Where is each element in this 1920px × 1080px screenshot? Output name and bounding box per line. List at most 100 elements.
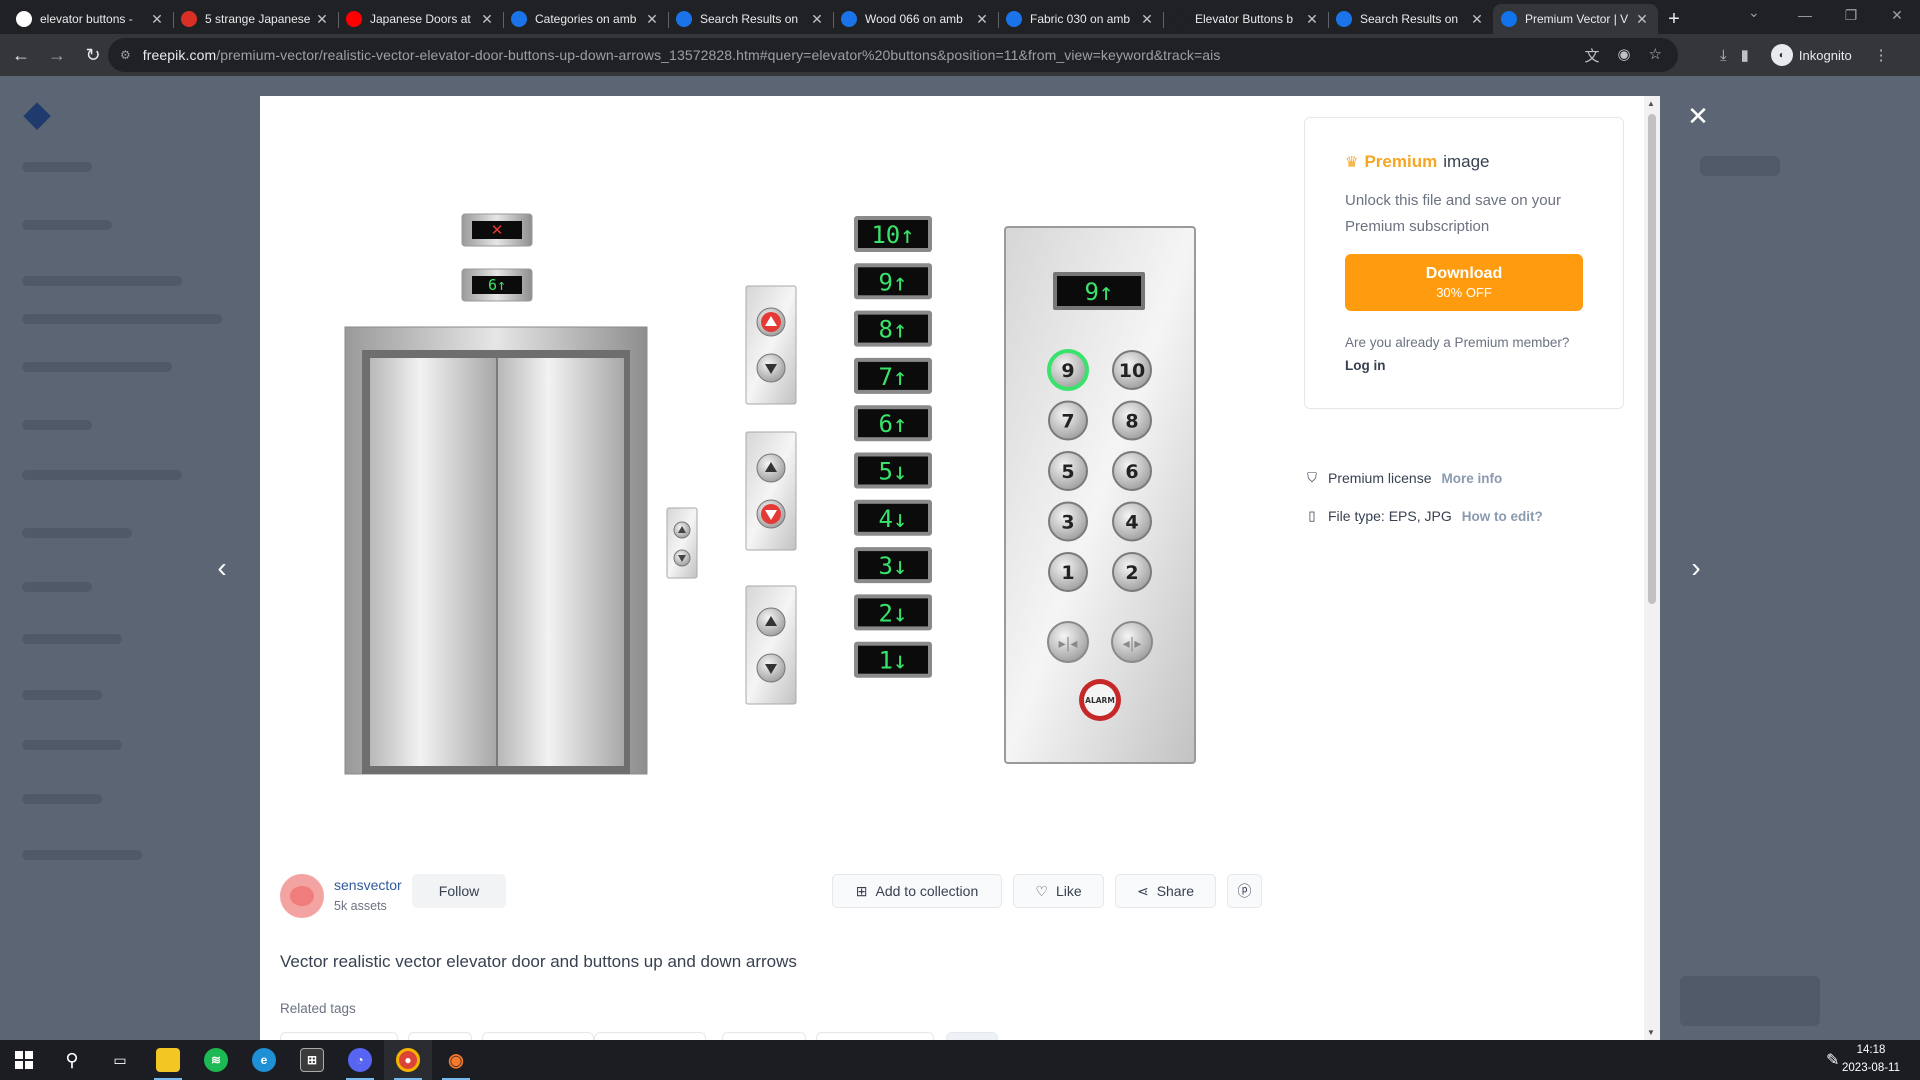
avatar[interactable] [280,874,324,918]
svg-text:6↑: 6↑ [488,276,506,294]
pinterest-button[interactable]: ⓟ [1227,874,1262,908]
svg-text:ALARM: ALARM [1085,696,1115,705]
tab-close-icon[interactable]: ✕ [314,11,330,28]
chrome-icon[interactable]: ● [384,1040,432,1080]
door-indicator-x: ✕ [461,213,533,247]
clock-time: 14:18 [1856,1044,1886,1056]
download-button[interactable]: Download 30% OFF [1345,254,1583,311]
discord-icon[interactable]: ◔ [336,1040,384,1080]
premium-description: Unlock this file and save on your Premiu… [1345,192,1561,235]
site-info-icon[interactable]: ⚙ [120,48,131,62]
tracking-protection-icon[interactable]: ◉ [1617,45,1630,66]
tab-close-icon[interactable]: ✕ [809,11,825,28]
tab-title: elevator buttons - [40,12,133,26]
svg-text:1↓: 1↓ [879,647,908,675]
previous-asset-chevron-icon[interactable]: ‹ [210,552,234,584]
login-link[interactable]: Log in [1345,358,1583,373]
how-to-edit-link[interactable]: How to edit? [1462,509,1543,524]
browser-tab[interactable]: Search Results on ✕ [1328,4,1493,34]
address-bar[interactable]: ⚙ freepik.com/premium-vector/realistic-v… [108,38,1678,72]
premium-title: ♛ Premium image [1345,152,1583,172]
modal-scrollbar[interactable]: ▲ ▼ [1644,96,1660,1040]
alarm-button: ALARM [1079,679,1121,721]
share-icon: ⋖ [1136,882,1149,899]
close-window-icon[interactable]: ✕ [1874,0,1920,30]
tab-close-icon[interactable]: ✕ [149,11,165,28]
asset-title: Vector realistic vector elevator door an… [280,952,797,971]
browser-tab[interactable]: Japanese Doors at ✕ [338,4,503,34]
author-name[interactable]: sensvector [334,877,402,893]
browser-tab[interactable]: Categories on amb ✕ [503,4,668,34]
tab-close-icon[interactable]: ✕ [479,11,495,28]
panel-display: 9↑ [1085,278,1114,306]
browser-tab[interactable]: Premium Vector | V ✕ [1493,4,1658,34]
license-row: ⛉ Premium license More info [1304,470,1502,486]
tab-close-icon[interactable]: ✕ [1304,11,1320,28]
tab-close-icon[interactable]: ✕ [1469,11,1485,28]
reload-icon[interactable]: ↻ [78,40,108,70]
store-icon[interactable]: ⊞ [288,1040,336,1080]
tab-title: Fabric 030 on amb [1030,12,1131,26]
bookmark-star-icon[interactable]: ☆ [1649,45,1662,66]
windows-icon [15,1051,33,1069]
url-text: freepik.com/premium-vector/realistic-vec… [142,47,1221,63]
tab-title: Wood 066 on amb [865,12,963,26]
next-asset-chevron-icon[interactable]: › [1684,552,1708,584]
browser-tab[interactable]: Fabric 030 on amb ✕ [998,4,1163,34]
elevator-illustration[interactable]: ✕ 6↑ 10↑9↑8↑7↑6↑5↓4↓3↓2↓1↓ 9↑ 9 107 85 6… [290,200,1240,800]
svg-text:6↑: 6↑ [879,410,908,438]
premium-title-accent: Premium [1364,152,1438,171]
new-tab-icon[interactable]: + [1658,4,1690,34]
spotify-icon[interactable]: ≋ [192,1040,240,1080]
clock-date: 2023-08-11 [1842,1062,1900,1074]
share-button[interactable]: ⋖ Share [1115,874,1216,908]
like-button[interactable]: ♡ Like [1013,874,1104,908]
browser-tab[interactable]: 5 strange Japanese ✕ [173,4,338,34]
minimize-icon[interactable]: — [1782,0,1828,30]
follow-button[interactable]: Follow [412,874,506,908]
tab-close-icon[interactable]: ✕ [644,11,660,28]
license-label: Premium license [1328,470,1432,486]
svg-text:8: 8 [1125,411,1138,433]
browser-tab[interactable]: Wood 066 on amb ✕ [833,4,998,34]
tab-title: 5 strange Japanese [205,12,311,26]
svg-text:4↓: 4↓ [879,505,908,533]
edge-icon[interactable]: e [240,1040,288,1080]
blender-icon[interactable]: ◉ [432,1040,480,1080]
license-more-info-link[interactable]: More info [1441,471,1502,486]
file-explorer-icon[interactable] [144,1040,192,1080]
system-clock[interactable]: 14:18 2023-08-11 [1842,1041,1900,1077]
browser-tab[interactable]: elevator buttons - ✕ [8,4,173,34]
maximize-icon[interactable]: ❐ [1828,0,1874,30]
svg-text:5: 5 [1061,461,1074,483]
tab-close-icon[interactable]: ✕ [1634,11,1650,28]
close-modal-icon[interactable]: ✕ [1686,103,1710,129]
search-icon[interactable]: ⚲ [48,1040,96,1080]
forward-icon[interactable]: → [42,40,72,70]
translate-icon[interactable]: 文 [1584,45,1599,66]
add-to-collection-button[interactable]: ⊞ Add to collection [832,874,1002,908]
back-icon[interactable]: ← [6,40,36,70]
browser-tab[interactable]: Search Results on ✕ [668,4,833,34]
task-view-icon[interactable]: ▭ [96,1040,144,1080]
pen-workspace-icon[interactable]: ✎ [1826,1050,1839,1070]
menu-icon[interactable]: ⋮ [1874,46,1889,64]
tab-close-icon[interactable]: ✕ [1139,11,1155,28]
incognito-profile-button[interactable]: ◐ Inkognito [1762,40,1860,70]
tab-search-chevron-icon[interactable]: ⌄ [1748,4,1760,21]
call-panel-up-active [745,285,797,405]
premium-title-rest: image [1443,152,1490,171]
browser-tab[interactable]: Elevator Buttons b ✕ [1163,4,1328,34]
tab-close-icon[interactable]: ✕ [974,11,990,28]
download-icon[interactable]: ⤓ [1720,47,1727,64]
svg-text:3: 3 [1061,512,1074,534]
call-panel-down-active [745,431,797,551]
collection-plus-icon: ⊞ [855,882,868,899]
side-panel-icon[interactable]: ▮ [1741,46,1749,64]
ambientcg-icon [1006,11,1022,27]
svg-text:10↑: 10↑ [871,221,914,249]
freepik-icon [1501,11,1517,27]
start-button[interactable] [0,1040,48,1080]
shutterstock-icon [1171,11,1187,27]
browser-toolbar: ← → ↻ ⚙ freepik.com/premium-vector/reali… [0,34,1920,76]
